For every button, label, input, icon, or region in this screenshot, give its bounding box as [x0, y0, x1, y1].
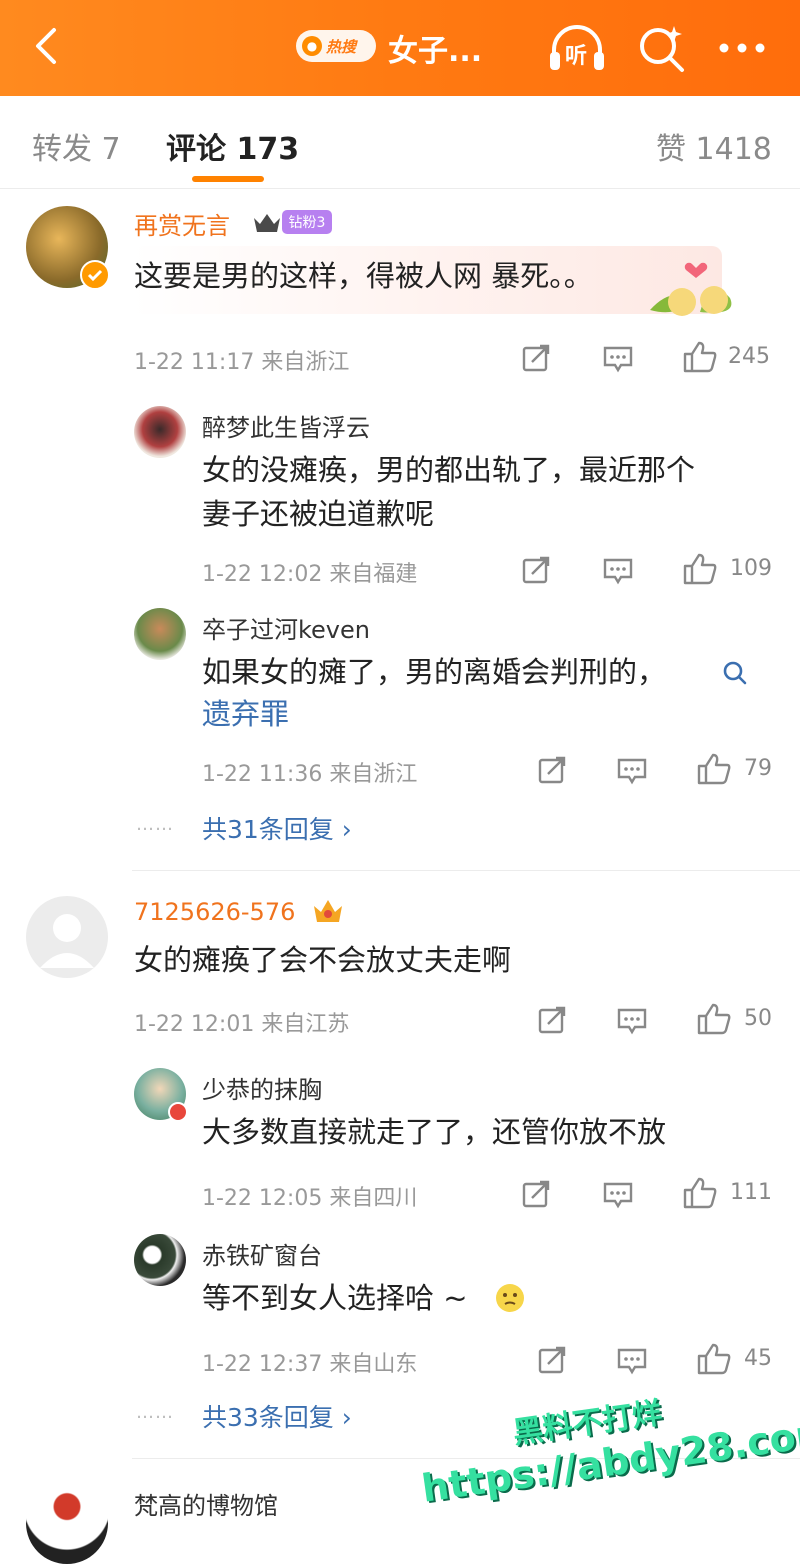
share-icon[interactable] [520, 1178, 552, 1210]
reply-icon[interactable] [602, 556, 634, 586]
rice-dumpling-sticker-icon [650, 262, 732, 316]
avatar[interactable] [134, 406, 186, 458]
active-tab-indicator [192, 176, 264, 182]
thinking-emoji-icon [496, 1284, 524, 1312]
reply-icon[interactable] [616, 1346, 648, 1376]
like-thumb-icon[interactable] [696, 1342, 732, 1376]
search-button[interactable] [636, 22, 688, 74]
more-replies-dots: …… [136, 814, 174, 835]
reply-meta: 1-22 12:05 来自四川 [202, 1186, 418, 1211]
like-count: 111 [730, 1180, 772, 1205]
hot-search-label: 热搜 [326, 37, 357, 56]
avatar[interactable] [134, 608, 186, 660]
reply-text: 等不到女人选择哈 ~ [202, 1281, 468, 1315]
like-thumb-icon[interactable] [696, 1002, 732, 1036]
view-more-replies-link[interactable]: 共33条回复 › [202, 1398, 352, 1434]
avatar[interactable] [26, 896, 108, 978]
flame-icon: ● [302, 36, 322, 56]
crown-icon [254, 214, 280, 232]
vip-crown-icon [314, 900, 342, 922]
reply-icon[interactable] [616, 1006, 648, 1036]
like-count: 109 [730, 556, 772, 581]
username[interactable]: 卒子过河keven [202, 610, 370, 645]
reply-icon[interactable] [616, 756, 648, 786]
tab-repost[interactable]: 转发 7 [32, 124, 121, 168]
member-badge-icon [168, 1102, 188, 1122]
share-icon[interactable] [536, 754, 568, 786]
hot-search-pill[interactable]: ● 热搜 [296, 30, 376, 62]
comment-text: 女的瘫痪了会不会放丈夫走啊 [134, 943, 512, 977]
username[interactable]: 7125626-576 [134, 898, 295, 926]
tab-comments[interactable]: 评论 173 [166, 124, 299, 168]
view-more-replies-link[interactable]: 共31条回复 › [202, 810, 352, 846]
tabs-divider [0, 188, 800, 189]
share-icon[interactable] [536, 1004, 568, 1036]
reply-text: 大多数直接就走了了，还管你放不放 [202, 1115, 667, 1149]
listen-label: 听 [565, 44, 588, 69]
username[interactable]: 醉梦此生皆浮云 [202, 408, 370, 443]
fan-level-badge: 钻粉3 [282, 210, 332, 234]
share-icon[interactable] [520, 554, 552, 586]
like-thumb-icon[interactable] [696, 752, 732, 786]
like-thumb-icon[interactable] [682, 552, 718, 586]
avatar[interactable] [26, 1482, 108, 1564]
like-thumb-icon[interactable] [682, 1176, 718, 1210]
more-replies-dots: …… [136, 1402, 174, 1423]
comment-divider [132, 870, 800, 871]
search-keyword-link[interactable]: 遗弃罪 [202, 692, 289, 736]
comment-text: 这要是男的这样，得被人网 暴死。。 [134, 259, 593, 293]
more-dots-icon [719, 43, 765, 53]
search-sparkle-icon [640, 26, 684, 72]
back-button[interactable] [26, 24, 70, 68]
like-thumb-icon[interactable] [682, 340, 718, 374]
listen-button[interactable]: 听 [548, 22, 604, 74]
username[interactable]: 梵高的博物馆 [134, 1486, 278, 1521]
reply-text-line2: 妻子还被迫道歉呢 [202, 497, 435, 531]
like-count: 245 [728, 344, 770, 369]
comment-meta: 1-22 11:17 来自浙江 [134, 350, 350, 375]
like-count: 79 [744, 756, 772, 781]
share-icon[interactable] [536, 1344, 568, 1376]
chevron-left-icon [36, 28, 56, 64]
comment-meta: 1-22 12:01 来自江苏 [134, 1012, 350, 1037]
reply-meta: 1-22 11:36 来自浙江 [202, 762, 418, 787]
reply-text-line1: 女的没瘫痪，男的都出轨了，最近那个 [202, 453, 696, 487]
reply-meta: 1-22 12:37 来自山东 [202, 1352, 418, 1377]
page-title: 女子... [388, 34, 483, 69]
more-button[interactable] [716, 22, 768, 74]
verified-badge-icon [80, 260, 110, 290]
reply-text-line1: 如果女的瘫了，男的离婚会判刑的， [202, 655, 667, 689]
avatar[interactable] [134, 1234, 186, 1286]
username[interactable]: 少恭的抹胸 [202, 1070, 322, 1105]
search-icon[interactable] [722, 660, 748, 686]
like-count: 45 [744, 1346, 772, 1371]
username[interactable]: 赤铁矿窗台 [202, 1236, 322, 1271]
tab-likes[interactable]: 赞 1418 [656, 124, 772, 168]
share-icon[interactable] [520, 342, 552, 374]
like-count: 50 [744, 1006, 772, 1031]
reply-icon[interactable] [602, 344, 634, 374]
username[interactable]: 再赏无言 [134, 206, 230, 241]
reply-meta: 1-22 12:02 来自福建 [202, 562, 418, 587]
default-user-icon [40, 914, 94, 968]
reply-icon[interactable] [602, 1180, 634, 1210]
